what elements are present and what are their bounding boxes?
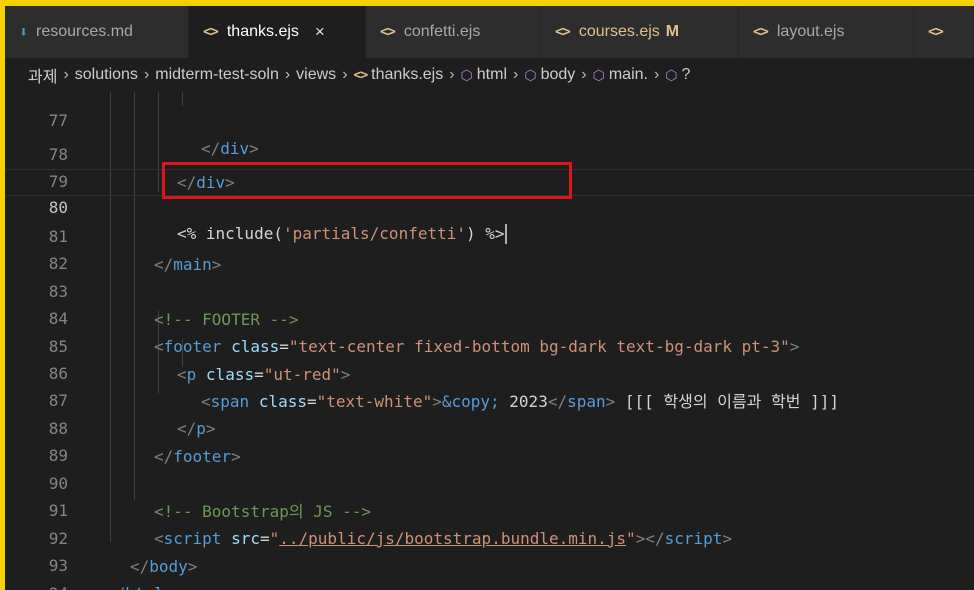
code-brackets-icon: <>	[380, 24, 396, 40]
code-line: 85 <p class="ut-red">	[5, 306, 974, 383]
tab-label: courses.ejs	[578, 23, 660, 40]
tab-layout-ejs[interactable]: <> layout.ejs	[739, 6, 914, 58]
code-line: 90 <!-- Bootstrap의 JS -->	[5, 443, 974, 520]
tab-bar: ⬇ resources.md <> thanks.ejs × <> confet…	[5, 6, 974, 58]
highlight-annotation-box	[162, 162, 572, 199]
code-line: 92 </body>	[5, 498, 974, 575]
tab-confetti-ejs[interactable]: <> confetti.ejs	[366, 6, 541, 58]
tab-courses-ejs[interactable]: <> courses.ejs M	[541, 6, 739, 58]
code-line: 93 </html>	[5, 525, 974, 590]
code-brackets-icon: <>	[203, 24, 219, 40]
modified-badge: M	[665, 23, 680, 40]
code-line: 86 <span class="text-white">&copy; 2023<…	[5, 333, 974, 410]
code-line: 89	[5, 415, 974, 465]
tab-label: confetti.ejs	[403, 23, 481, 40]
close-icon[interactable]: ×	[315, 22, 325, 42]
code-line: 94	[5, 553, 974, 590]
code-line: 77 </div>	[5, 80, 974, 157]
code-line: 91 <script src="../public/js/bootstrap.b…	[5, 470, 974, 547]
code-line: 78 </div>	[5, 114, 974, 191]
tab-overflow[interactable]: <>	[914, 6, 974, 58]
code-editor[interactable]: 77 </div> 78 </div> 79 80 <% include('pa…	[5, 92, 974, 590]
line-number: 94	[5, 580, 68, 590]
tab-label: layout.ejs	[776, 23, 845, 40]
code-brackets-icon: <>	[928, 24, 944, 40]
markdown-icon: ⬇	[19, 23, 28, 41]
code-line: 83 <!-- FOOTER -->	[5, 251, 974, 328]
tab-label: resources.md	[36, 23, 133, 40]
code-line: 88 </footer>	[5, 388, 974, 465]
tab-label: thanks.ejs	[226, 23, 299, 40]
code-line: 82	[5, 223, 974, 273]
code-line: 84 <footer class="text-center fixed-bott…	[5, 278, 974, 355]
editor-window: ⬇ resources.md <> thanks.ejs × <> confet…	[5, 6, 974, 590]
code-line: 81 </main>	[5, 196, 974, 273]
tab-thanks-ejs[interactable]: <> thanks.ejs ×	[189, 6, 366, 58]
tab-resources-md[interactable]: ⬇ resources.md	[5, 6, 189, 58]
code-brackets-icon: <>	[753, 24, 769, 40]
code-line: 87 </p>	[5, 360, 974, 437]
code-brackets-icon: <>	[555, 24, 571, 40]
